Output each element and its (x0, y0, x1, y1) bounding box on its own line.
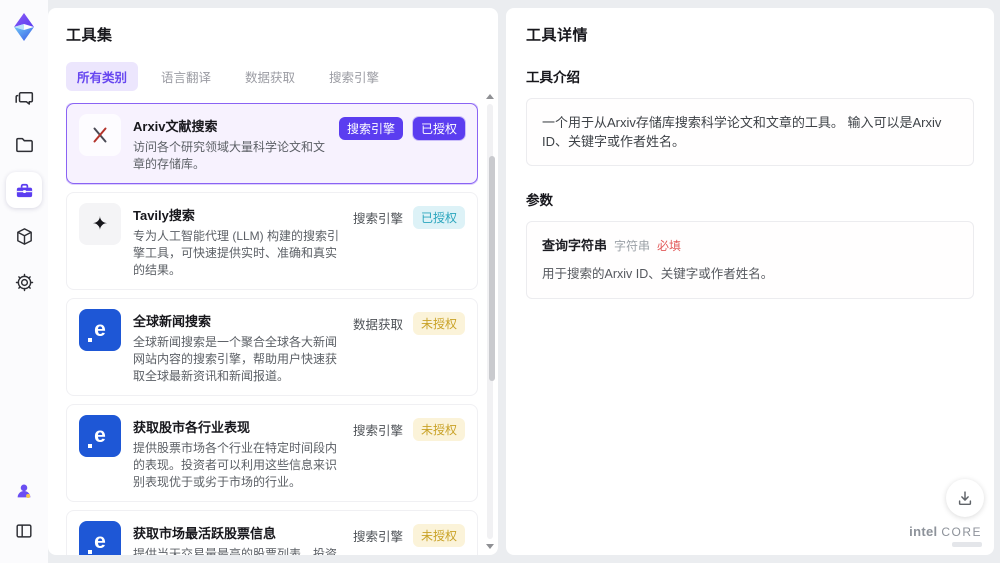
sidebar-item-toolbox[interactable] (6, 172, 42, 208)
intel-brand-text: intel (909, 524, 938, 539)
tool-card-most-active-stocks[interactable]: e 获取市场最活跃股票信息 提供当天交易量最高的股票列表。投资者可以利用这些信息… (66, 510, 478, 555)
news-logo-icon: e (79, 309, 121, 351)
tool-name: Arxiv文献搜索 (133, 119, 218, 134)
tab-translation[interactable]: 语言翻译 (150, 62, 222, 91)
download-button[interactable] (946, 479, 984, 517)
core-brand-text: CORE (941, 525, 982, 539)
tool-card-tavily[interactable]: ✦ Tavily搜索 专为人工智能代理 (LLM) 构建的搜索引擎工具，可快速提… (66, 192, 478, 290)
param-type: 字符串 (614, 239, 651, 253)
sidebar (0, 0, 48, 563)
toolbox-icon (14, 180, 35, 201)
news-logo-icon: e (79, 415, 121, 457)
tool-name: 获取股市各行业表现 (133, 420, 251, 435)
tab-search-engine[interactable]: 搜索引擎 (318, 62, 390, 91)
tool-detail-panel: 工具详情 工具介绍 一个用于从Arxiv存储库搜索科学论文和文章的工具。 输入可… (506, 8, 994, 555)
panel-layout-icon (14, 521, 34, 541)
arxiv-logo-icon (79, 114, 121, 156)
detail-title: 工具详情 (526, 27, 589, 44)
tool-card-global-news[interactable]: e 全球新闻搜索 全球新闻搜索是一个聚合全球各大新闻网站内容的搜索引擎，帮助用户… (66, 298, 478, 396)
gear-icon (14, 272, 35, 293)
news-logo-icon: e (79, 521, 121, 555)
tool-status-badge: 未授权 (412, 312, 465, 335)
intro-heading: 工具介绍 (526, 70, 580, 85)
param-name: 查询字符串 (542, 238, 608, 253)
tab-all-categories[interactable]: 所有类别 (66, 62, 139, 91)
tool-status-badge: 未授权 (412, 418, 465, 441)
list-scrollbar[interactable] (485, 94, 495, 549)
tool-category-label: 搜索引擎 (352, 530, 403, 544)
tool-card-sector-performance[interactable]: e 获取股市各行业表现 提供股票市场各个行业在特定时间段内的表现。投资者可以利用… (66, 404, 478, 502)
tool-status-badge: 未授权 (412, 524, 465, 547)
tool-description: 专为人工智能代理 (LLM) 构建的搜索引擎工具，可快速提供实时、准确和真实的结… (133, 229, 340, 277)
tool-name: 全球新闻搜索 (133, 314, 212, 329)
intel-core-badge: intel CORE (909, 524, 982, 547)
tool-card-arxiv[interactable]: Arxiv文献搜索 访问各个研究领域大量科学论文和文章的存储库。 搜索引擎 已授… (66, 103, 478, 184)
tool-category-badge: 搜索引擎 (338, 117, 403, 140)
scrollbar-track[interactable] (487, 104, 495, 539)
sidebar-item-settings[interactable] (6, 264, 42, 300)
tool-category-label: 搜索引擎 (352, 424, 403, 438)
tab-data-fetch[interactable]: 数据获取 (234, 62, 306, 91)
parameter-box: 查询字符串 字符串 必填 用于搜索的Arxiv ID、关键字或作者姓名。 (526, 221, 974, 299)
param-required-flag: 必填 (657, 239, 682, 253)
folder-icon (14, 134, 35, 155)
intel-sub-badge (952, 542, 982, 547)
tool-description: 提供当天交易量最高的股票列表。投资者可以利用这些信息来识别流动性强的股票和潜在的… (133, 547, 338, 555)
tool-name: 获取市场最活跃股票信息 (133, 526, 277, 541)
tool-status-badge: 已授权 (412, 117, 465, 140)
tool-list-panel: 工具集 所有类别 语言翻译 数据获取 搜索引擎 Arxiv文献搜索 访问各个研究… (48, 8, 498, 555)
tool-category-label: 搜索引擎 (352, 212, 403, 226)
tool-name: Tavily搜索 (133, 208, 195, 223)
app-logo-icon (7, 10, 41, 44)
tool-description: 访问各个研究领域大量科学论文和文章的存储库。 (133, 140, 326, 171)
param-description: 用于搜索的Arxiv ID、关键字或作者姓名。 (542, 267, 774, 281)
params-heading: 参数 (526, 193, 553, 208)
tool-description: 全球新闻搜索是一个聚合全球各大新闻网站内容的搜索引擎，帮助用户快速获取全球最新资… (133, 335, 338, 383)
sidebar-item-files[interactable] (6, 126, 42, 162)
sidebar-item-packages[interactable] (6, 218, 42, 254)
scroll-down-icon[interactable] (486, 544, 494, 549)
user-icon (14, 481, 34, 501)
chat-icon (14, 88, 35, 109)
sidebar-item-user[interactable] (6, 473, 42, 509)
tool-category-label: 数据获取 (352, 318, 403, 332)
sidebar-item-panel-toggle[interactable] (6, 513, 42, 549)
download-icon (956, 489, 974, 507)
package-icon (14, 226, 35, 247)
tool-status-badge: 已授权 (412, 206, 465, 229)
scrollbar-thumb[interactable] (489, 156, 495, 381)
tool-list: Arxiv文献搜索 访问各个研究领域大量科学论文和文章的存储库。 搜索引擎 已授… (66, 103, 478, 555)
category-tabs: 所有类别 语言翻译 数据获取 搜索引擎 (66, 62, 480, 91)
tool-intro-box: 一个用于从Arxiv存储库搜索科学论文和文章的工具。 输入可以是Arxiv ID… (526, 98, 974, 166)
tavily-star-icon: ✦ (79, 203, 121, 245)
scroll-up-icon[interactable] (486, 94, 494, 99)
sidebar-item-chat[interactable] (6, 80, 42, 116)
tool-description: 提供股票市场各个行业在特定时间段内的表现。投资者可以利用这些信息来识别表现优于或… (133, 441, 338, 489)
page-title: 工具集 (66, 27, 113, 44)
